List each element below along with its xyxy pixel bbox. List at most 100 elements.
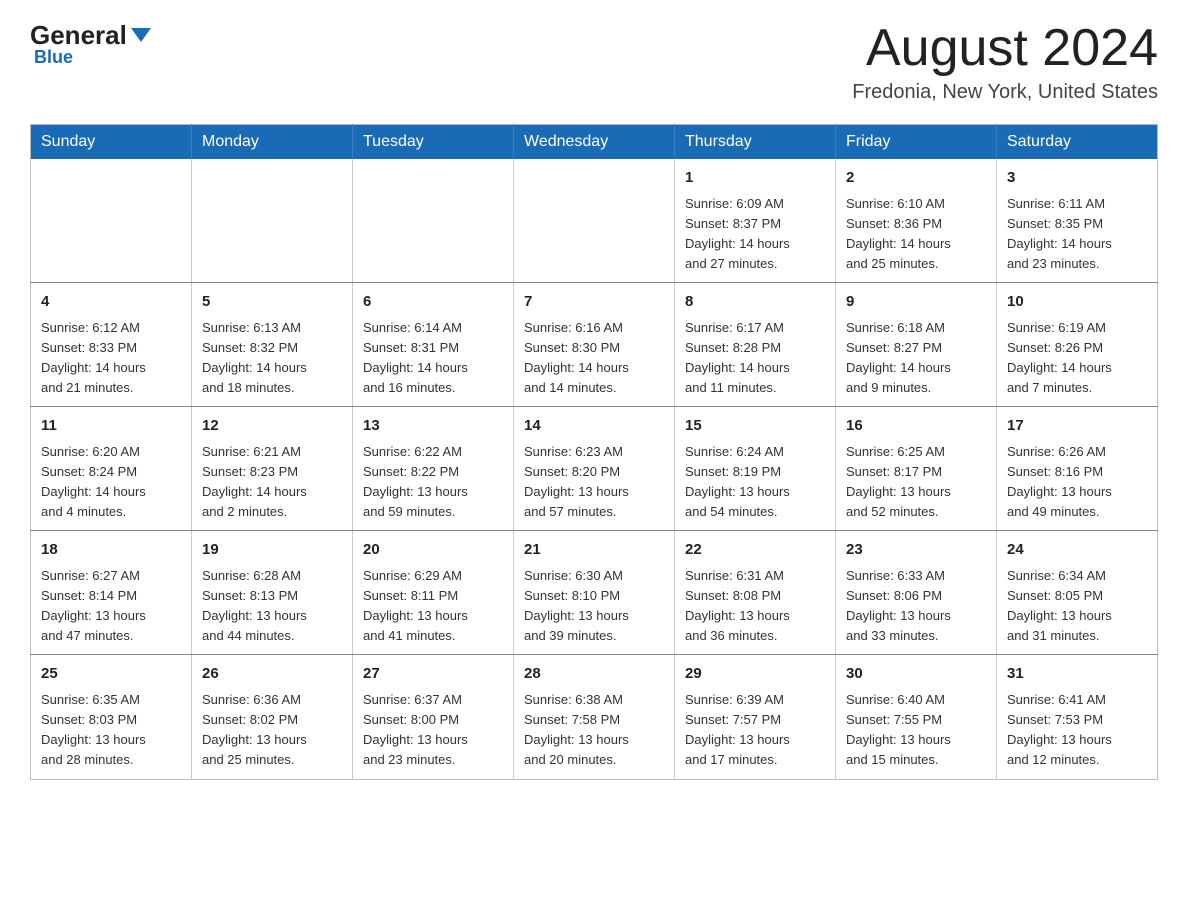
calendar-day-cell: 11Sunrise: 6:20 AM Sunset: 8:24 PM Dayli… [31,407,192,531]
calendar-day-cell: 26Sunrise: 6:36 AM Sunset: 8:02 PM Dayli… [192,655,353,779]
day-sun-info: Sunrise: 6:20 AM Sunset: 8:24 PM Dayligh… [41,442,181,523]
day-sun-info: Sunrise: 6:10 AM Sunset: 8:36 PM Dayligh… [846,194,986,275]
day-sun-info: Sunrise: 6:19 AM Sunset: 8:26 PM Dayligh… [1007,318,1147,399]
calendar-day-cell: 28 Sunrise: 6:38 AM Sunset: 7:58 PM Dayli… [514,655,675,779]
day-number: 20 [363,539,503,562]
calendar-day-cell: 7 Sunrise: 6:16 AM Sunset: 8:30 PM Daylig… [514,283,675,407]
month-title: August 2024 [852,20,1158,77]
day-sun-info: Sunrise: 6:31 AM Sunset: 8:08 PM Dayligh… [685,566,825,647]
calendar-day-cell: 16 Sunrise: 6:25 AM Sunset: 8:17 PM Dayli… [836,407,997,531]
day-number: 25 [41,663,181,686]
day-of-week-header: Monday [192,125,353,160]
calendar-day-cell: 30 Sunrise: 6:40 AM Sunset: 7:55 PM Dayli… [836,655,997,779]
day-sun-info: Sunrise: 6:11 AM Sunset: 8:35 PM Dayligh… [1007,194,1147,275]
day-sun-info: Sunrise: 6:36 AM Sunset: 8:02 PM Dayligh… [202,690,342,771]
day-number: 27 [363,663,503,686]
day-number: 5 [202,291,342,314]
day-number: 17 [1007,415,1147,438]
day-sun-info: Sunrise: 6:41 AM Sunset: 7:53 PM Dayligh… [1007,690,1147,771]
calendar-table: SundayMondayTuesdayWednesdayThursdayFrid… [30,124,1158,779]
calendar-day-cell: 23 Sunrise: 6:33 AM Sunset: 8:06 PM Dayli… [836,531,997,655]
calendar-week-row: 4Sunrise: 6:12 AM Sunset: 8:33 PM Daylig… [31,283,1158,407]
day-of-week-header: Tuesday [353,125,514,160]
calendar-day-cell: 19 Sunrise: 6:28 AM Sunset: 8:13 PM Dayli… [192,531,353,655]
day-number: 16 [846,415,986,438]
day-sun-info: Sunrise: 6:24 AM Sunset: 8:19 PM Dayligh… [685,442,825,523]
calendar-day-cell: 10 Sunrise: 6:19 AM Sunset: 8:26 PM Dayli… [997,283,1158,407]
day-number: 1 [685,167,825,190]
day-number: 22 [685,539,825,562]
calendar-day-cell: 15 Sunrise: 6:24 AM Sunset: 8:19 PM Dayli… [675,407,836,531]
calendar-day-cell [31,159,192,283]
day-sun-info: Sunrise: 6:33 AM Sunset: 8:06 PM Dayligh… [846,566,986,647]
day-number: 21 [524,539,664,562]
calendar-week-row: 11Sunrise: 6:20 AM Sunset: 8:24 PM Dayli… [31,407,1158,531]
calendar-week-row: 18 Sunrise: 6:27 AM Sunset: 8:14 PM Dayli… [31,531,1158,655]
day-sun-info: Sunrise: 6:13 AM Sunset: 8:32 PM Dayligh… [202,318,342,399]
day-sun-info: Sunrise: 6:38 AM Sunset: 7:58 PM Dayligh… [524,690,664,771]
calendar-header-row: SundayMondayTuesdayWednesdayThursdayFrid… [31,125,1158,160]
calendar-week-row: 25Sunrise: 6:35 AM Sunset: 8:03 PM Dayli… [31,655,1158,779]
calendar-day-cell: 1 Sunrise: 6:09 AM Sunset: 8:37 PM Daylig… [675,159,836,283]
calendar-day-cell: 6Sunrise: 6:14 AM Sunset: 8:31 PM Daylig… [353,283,514,407]
day-sun-info: Sunrise: 6:26 AM Sunset: 8:16 PM Dayligh… [1007,442,1147,523]
calendar-day-cell: 4Sunrise: 6:12 AM Sunset: 8:33 PM Daylig… [31,283,192,407]
day-number: 19 [202,539,342,562]
day-sun-info: Sunrise: 6:29 AM Sunset: 8:11 PM Dayligh… [363,566,503,647]
day-sun-info: Sunrise: 6:37 AM Sunset: 8:00 PM Dayligh… [363,690,503,771]
day-number: 3 [1007,167,1147,190]
day-number: 30 [846,663,986,686]
day-sun-info: Sunrise: 6:34 AM Sunset: 8:05 PM Dayligh… [1007,566,1147,647]
day-number: 29 [685,663,825,686]
day-sun-info: Sunrise: 6:39 AM Sunset: 7:57 PM Dayligh… [685,690,825,771]
logo-triangle-icon [131,28,151,42]
title-section: August 2024 Fredonia, New York, United S… [852,20,1158,104]
logo-blue-text: Blue [34,47,73,68]
day-number: 2 [846,167,986,190]
calendar-day-cell: 25Sunrise: 6:35 AM Sunset: 8:03 PM Dayli… [31,655,192,779]
calendar-day-cell: 27 Sunrise: 6:37 AM Sunset: 8:00 PM Dayli… [353,655,514,779]
day-number: 12 [202,415,342,438]
day-number: 18 [41,539,181,562]
calendar-day-cell: 21Sunrise: 6:30 AM Sunset: 8:10 PM Dayli… [514,531,675,655]
calendar-day-cell [192,159,353,283]
day-of-week-header: Wednesday [514,125,675,160]
day-number: 10 [1007,291,1147,314]
day-number: 31 [1007,663,1147,686]
calendar-day-cell: 29 Sunrise: 6:39 AM Sunset: 7:57 PM Dayli… [675,655,836,779]
location-subtitle: Fredonia, New York, United States [852,81,1158,104]
day-sun-info: Sunrise: 6:27 AM Sunset: 8:14 PM Dayligh… [41,566,181,647]
calendar-day-cell: 31 Sunrise: 6:41 AM Sunset: 7:53 PM Dayli… [997,655,1158,779]
day-sun-info: Sunrise: 6:25 AM Sunset: 8:17 PM Dayligh… [846,442,986,523]
calendar-day-cell: 12 Sunrise: 6:21 AM Sunset: 8:23 PM Dayli… [192,407,353,531]
day-of-week-header: Thursday [675,125,836,160]
calendar-day-cell [353,159,514,283]
day-sun-info: Sunrise: 6:17 AM Sunset: 8:28 PM Dayligh… [685,318,825,399]
calendar-day-cell: 22 Sunrise: 6:31 AM Sunset: 8:08 PM Dayli… [675,531,836,655]
page-header: General Blue August 2024 Fredonia, New Y… [30,20,1158,104]
calendar-day-cell: 18 Sunrise: 6:27 AM Sunset: 8:14 PM Dayli… [31,531,192,655]
calendar-day-cell: 2 Sunrise: 6:10 AM Sunset: 8:36 PM Daylig… [836,159,997,283]
day-number: 23 [846,539,986,562]
day-number: 15 [685,415,825,438]
day-number: 8 [685,291,825,314]
day-sun-info: Sunrise: 6:21 AM Sunset: 8:23 PM Dayligh… [202,442,342,523]
day-number: 14 [524,415,664,438]
day-sun-info: Sunrise: 6:18 AM Sunset: 8:27 PM Dayligh… [846,318,986,399]
calendar-day-cell: 5 Sunrise: 6:13 AM Sunset: 8:32 PM Daylig… [192,283,353,407]
day-number: 13 [363,415,503,438]
day-number: 7 [524,291,664,314]
day-sun-info: Sunrise: 6:28 AM Sunset: 8:13 PM Dayligh… [202,566,342,647]
day-sun-info: Sunrise: 6:09 AM Sunset: 8:37 PM Dayligh… [685,194,825,275]
day-of-week-header: Saturday [997,125,1158,160]
calendar-day-cell: 14Sunrise: 6:23 AM Sunset: 8:20 PM Dayli… [514,407,675,531]
day-sun-info: Sunrise: 6:40 AM Sunset: 7:55 PM Dayligh… [846,690,986,771]
day-number: 28 [524,663,664,686]
logo: General Blue [30,20,151,68]
calendar-day-cell: 17 Sunrise: 6:26 AM Sunset: 8:16 PM Dayli… [997,407,1158,531]
calendar-day-cell: 24Sunrise: 6:34 AM Sunset: 8:05 PM Dayli… [997,531,1158,655]
calendar-day-cell: 13 Sunrise: 6:22 AM Sunset: 8:22 PM Dayli… [353,407,514,531]
day-sun-info: Sunrise: 6:22 AM Sunset: 8:22 PM Dayligh… [363,442,503,523]
day-sun-info: Sunrise: 6:16 AM Sunset: 8:30 PM Dayligh… [524,318,664,399]
day-of-week-header: Sunday [31,125,192,160]
